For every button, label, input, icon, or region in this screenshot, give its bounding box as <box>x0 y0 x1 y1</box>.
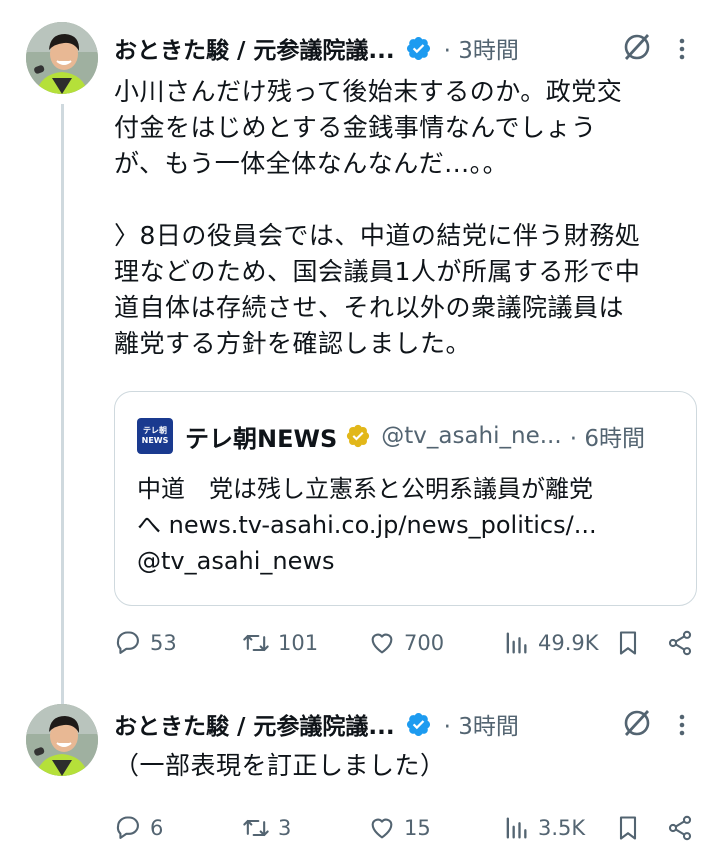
reply-icon <box>116 631 139 654</box>
views-icon <box>506 817 527 839</box>
tweet-text-line: 〉8日の役員会では、中道の結党に伴う財務処 <box>114 221 641 250</box>
like-button[interactable]: 700 <box>368 625 444 661</box>
like-icon <box>371 818 393 839</box>
bookmark-icon <box>619 816 637 840</box>
tweet-header: おときた駿 / 元参議院議... · 3時間 <box>114 704 720 744</box>
repost-count: 101 <box>278 631 319 655</box>
tweet-text-line: 離党する方針を確認しました。 <box>114 329 472 358</box>
reply-button[interactable]: 53 <box>114 625 177 661</box>
tweet-text-line: （一部表現を訂正しました） <box>114 751 446 780</box>
timestamp[interactable]: · 3時間 <box>444 31 519 65</box>
logo-text-top: テレ朝 <box>143 426 167 435</box>
timestamp-value: 3時間 <box>458 38 519 64</box>
quoted-text-line[interactable]: @tv_asahi_news <box>137 543 678 579</box>
reply-button[interactable]: 6 <box>114 810 163 846</box>
avatar[interactable] <box>26 704 98 776</box>
repost-button[interactable]: 3 <box>242 810 291 846</box>
quoted-author-handle[interactable]: @tv_asahi_ne... <box>381 423 561 449</box>
tweet-text-line: 小川さんだけ残って後始末するのか。政党交 <box>114 77 623 106</box>
grok-icon[interactable] <box>620 30 654 64</box>
bookmark-icon <box>619 631 637 655</box>
tweet-text: （一部表現を訂正しました） <box>114 748 684 784</box>
share-button[interactable] <box>666 625 694 661</box>
quoted-text-line-link[interactable]: へ news.tv-asahi.co.jp/news_politics/... <box>137 507 678 543</box>
gold-verified-badge-icon <box>347 424 370 448</box>
tweet[interactable]: おときた駿 / 元参議院議... · 3時間 （一部表現を訂正しました） 6 3 <box>0 690 720 868</box>
views-button[interactable]: 49.9K <box>502 625 599 661</box>
author-name[interactable]: おときた駿 / 元参議院議... <box>114 707 395 741</box>
verified-badge-icon <box>406 36 430 60</box>
reply-icon <box>116 816 139 839</box>
views-button[interactable]: 3.5K <box>502 810 585 846</box>
views-icon <box>506 632 527 654</box>
action-bar: 53 101 700 49.9K <box>110 625 696 661</box>
tweet-text: 小川さんだけ残って後始末するのか。政党交 付金をはじめとする金銭事情なんでしょう… <box>114 74 684 362</box>
quoted-text-line: 中道 党は残し立憲系と公明系議員が離党 <box>137 475 593 503</box>
repost-icon <box>243 819 269 837</box>
tweet-text-line: 理などのため、国会議員1人が所属する形で中 <box>114 257 641 286</box>
share-icon <box>668 630 692 656</box>
quoted-timestamp-value: 6時間 <box>584 426 645 452</box>
verified-badge-icon <box>406 712 430 736</box>
quoted-tweet-header: テレ朝 NEWS テレ朝NEWS @tv_asahi_ne... · 6時間 <box>137 418 678 454</box>
tweet-text-line: 付金をはじめとする金銭事情なんでしょう <box>114 113 597 142</box>
quoted-author-name[interactable]: テレ朝NEWS <box>185 419 337 454</box>
tweet-text-line: が、もう一体全体なんなんだ...。。 <box>114 149 509 178</box>
logo-text-bottom: NEWS <box>141 436 169 445</box>
like-count: 15 <box>404 816 431 840</box>
repost-icon <box>243 634 269 652</box>
like-button[interactable]: 15 <box>368 810 431 846</box>
quoted-tweet[interactable]: テレ朝 NEWS テレ朝NEWS @tv_asahi_ne... · 6時間 中… <box>114 391 697 606</box>
more-icon[interactable] <box>672 708 692 742</box>
author-name[interactable]: おときた駿 / 元参議院議... <box>114 31 395 65</box>
tweet-header: おときた駿 / 元参議院議... · 3時間 <box>114 28 720 68</box>
avatar[interactable] <box>26 22 98 94</box>
action-bar: 6 3 15 3.5K <box>110 810 696 846</box>
repost-button[interactable]: 101 <box>242 625 318 661</box>
grok-icon[interactable] <box>620 706 654 740</box>
tv-asahi-news-logo: テレ朝 NEWS <box>137 418 173 454</box>
quoted-timestamp[interactable]: · 6時間 <box>570 419 645 453</box>
share-icon <box>668 815 692 841</box>
bookmark-button[interactable] <box>614 625 642 661</box>
timestamp[interactable]: · 3時間 <box>444 707 519 741</box>
share-button[interactable] <box>666 810 694 846</box>
quoted-tweet-text: 中道 党は残し立憲系と公明系議員が離党 へ news.tv-asahi.co.j… <box>137 471 678 579</box>
repost-count: 3 <box>278 816 292 840</box>
view-count: 3.5K <box>538 816 586 840</box>
tweet[interactable]: おときた駿 / 元参議院議... · 3時間 小川さんだけ残って後始末するのか。… <box>0 0 720 690</box>
tweet-text-line: 道自体は存続させ、それ以外の衆議院議員は <box>114 293 625 322</box>
timestamp-value: 3時間 <box>458 714 519 740</box>
view-count: 49.9K <box>538 631 599 655</box>
bookmark-button[interactable] <box>614 810 642 846</box>
reply-count: 53 <box>150 631 177 655</box>
reply-count: 6 <box>150 816 164 840</box>
like-icon <box>371 633 393 654</box>
like-count: 700 <box>404 631 445 655</box>
more-icon[interactable] <box>672 32 692 66</box>
